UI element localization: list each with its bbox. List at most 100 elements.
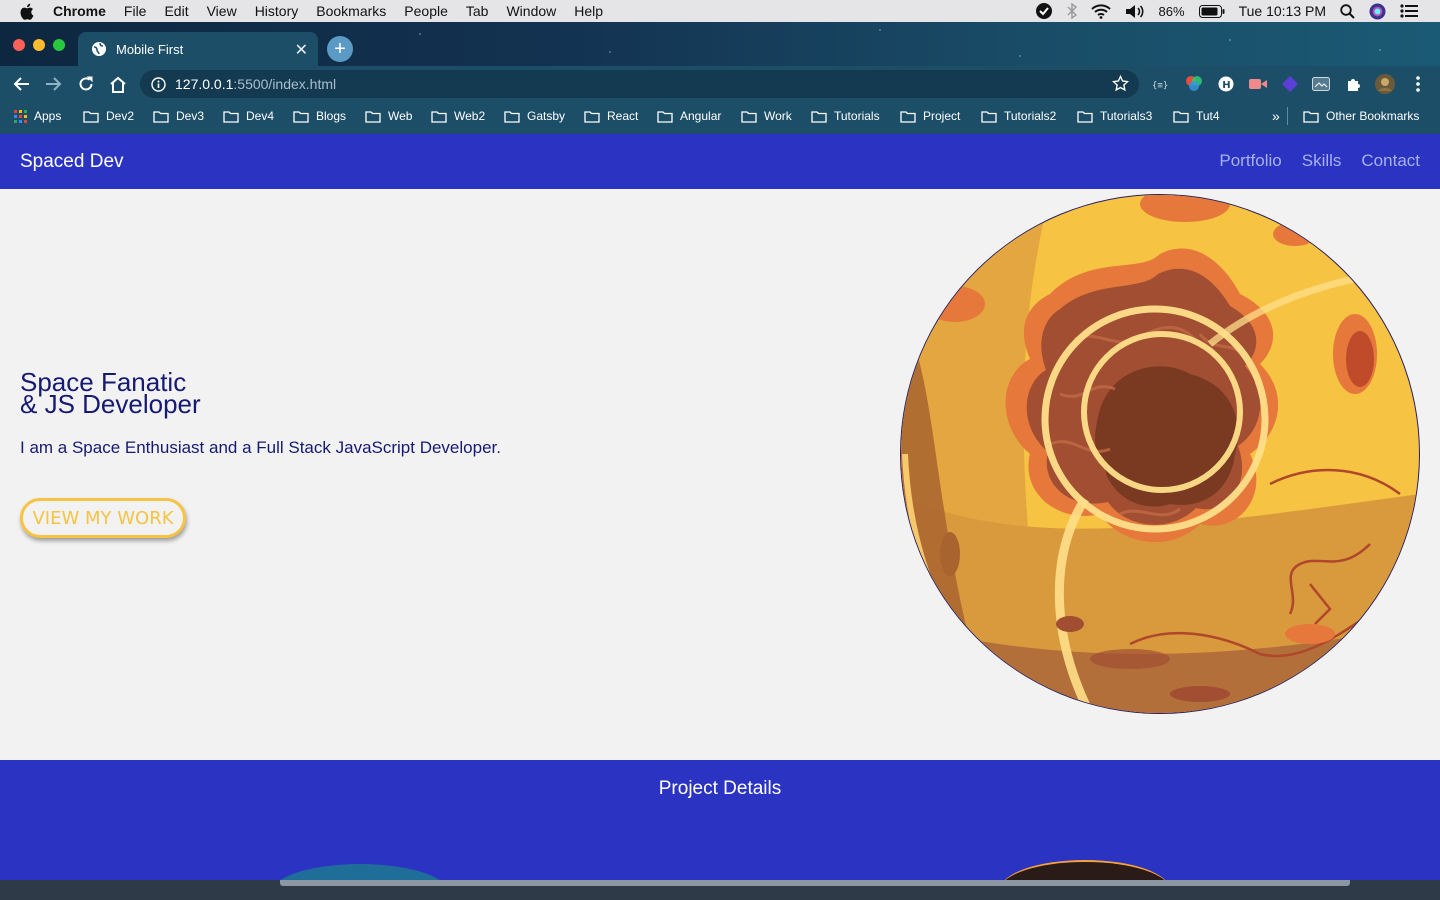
record-extension-icon[interactable] <box>1248 74 1268 94</box>
desktop-background <box>0 880 1440 900</box>
folder-icon <box>1077 110 1093 123</box>
bookmark-folder-tutorials2[interactable]: Tutorials2 <box>981 102 1056 130</box>
bookmark-folder-angular[interactable]: Angular <box>657 102 721 130</box>
bluetooth-icon[interactable] <box>1067 3 1077 19</box>
bookmark-label: Dev4 <box>246 109 275 123</box>
folder-icon <box>504 110 520 123</box>
window-minimize-button[interactable] <box>33 39 45 51</box>
h-extension-icon[interactable]: H <box>1216 74 1236 94</box>
bookmark-label: React <box>607 109 639 123</box>
bookmarks-divider <box>1287 107 1288 125</box>
menu-history[interactable]: History <box>255 3 299 19</box>
folder-icon <box>293 110 309 123</box>
nav-link-portfolio[interactable]: Portfolio <box>1219 151 1281 171</box>
forward-arrow-icon[interactable] <box>45 66 63 102</box>
bookmark-folder-gatsby[interactable]: Gatsby <box>504 102 565 130</box>
folder-icon <box>223 110 239 123</box>
bookmark-label: Project <box>923 109 961 123</box>
macos-menubar: Chrome File Edit View History Bookmarks … <box>0 0 1440 22</box>
notification-center-icon[interactable] <box>1400 4 1418 18</box>
json-extension-icon[interactable]: {≡} <box>1151 74 1171 94</box>
extensions-puzzle-icon[interactable] <box>1344 74 1364 94</box>
svg-text:H: H <box>1222 80 1230 91</box>
project-thumbnail <box>1000 860 1170 880</box>
url-path: :5500/index.html <box>233 76 337 92</box>
bookmark-folder-react[interactable]: React <box>584 102 638 130</box>
nav-link-contact[interactable]: Contact <box>1361 151 1420 171</box>
spotlight-search-icon[interactable] <box>1340 3 1355 19</box>
nav-link-skills[interactable]: Skills <box>1302 151 1342 171</box>
wifi-icon[interactable] <box>1090 3 1111 19</box>
svg-text:{≡}: {≡} <box>1152 81 1168 90</box>
bookmark-folder-blogs[interactable]: Blogs <box>293 102 346 130</box>
tab-active[interactable]: Mobile First ✕ <box>78 32 318 66</box>
bookmark-folder-dev4[interactable]: Dev4 <box>223 102 274 130</box>
tab-strip: Mobile First ✕ + <box>0 22 1440 66</box>
bookmark-label: Other Bookmarks <box>1326 109 1420 123</box>
bookmark-folder-project[interactable]: Project <box>900 102 960 130</box>
profile-avatar[interactable] <box>1375 74 1395 94</box>
bookmark-folder-tutorials[interactable]: Tutorials <box>811 102 880 130</box>
menu-window[interactable]: Window <box>506 3 556 19</box>
bookmark-label: Tut4 <box>1196 109 1220 123</box>
battery-icon[interactable] <box>1198 4 1225 18</box>
reload-icon[interactable] <box>78 66 94 102</box>
status-area: 86% Tue 10:13 PM <box>1035 0 1440 22</box>
site-brand[interactable]: Spaced Dev <box>20 151 124 173</box>
bookmark-folder-web2[interactable]: Web2 <box>431 102 485 130</box>
bookmarks-bar: Apps Dev2 Dev3 Dev4 Blogs Web Web2 Gatsb… <box>0 102 1440 134</box>
bookmark-folder-other[interactable]: Other Bookmarks <box>1303 102 1419 130</box>
apple-icon[interactable] <box>19 3 39 20</box>
bookmark-folder-web[interactable]: Web <box>365 102 412 130</box>
view-my-work-button[interactable]: VIEW MY WORK <box>20 498 186 538</box>
site-info-icon[interactable] <box>151 76 166 92</box>
bookmark-label: Gatsby <box>527 109 566 123</box>
bookmark-folder-tut4[interactable]: Tut4 <box>1173 102 1220 130</box>
bookmark-star-icon[interactable] <box>1112 75 1129 92</box>
hero-subtitle: I am a Space Enthusiast and a Full Stack… <box>20 438 501 457</box>
address-bar[interactable]: 127.0.0.1:5500/index.html <box>140 70 1139 98</box>
bookmark-apps[interactable]: Apps <box>14 102 61 130</box>
menu-view[interactable]: View <box>207 3 237 19</box>
folder-icon <box>584 110 600 123</box>
battery-percent[interactable]: 86% <box>1159 4 1185 19</box>
bookmark-label: Apps <box>34 109 62 123</box>
window-zoom-button[interactable] <box>53 39 65 51</box>
project-details-section: Project Details <box>0 760 1440 880</box>
color-picker-extension-icon[interactable] <box>1184 74 1204 94</box>
bookmark-folder-dev2[interactable]: Dev2 <box>83 102 134 130</box>
planet-illustration <box>900 194 1420 714</box>
bookmark-label: Web2 <box>454 109 486 123</box>
menu-people[interactable]: People <box>404 3 448 19</box>
chrome-menu-icon[interactable] <box>1408 74 1428 94</box>
project-thumbnail <box>270 864 450 880</box>
menu-bookmarks[interactable]: Bookmarks <box>316 3 386 19</box>
folder-icon <box>741 110 757 123</box>
bookmark-folder-dev3[interactable]: Dev3 <box>153 102 204 130</box>
bookmark-folder-work[interactable]: Work <box>741 102 792 130</box>
diamond-extension-icon[interactable] <box>1280 74 1300 94</box>
bookmarks-overflow-button[interactable]: » <box>1272 102 1280 130</box>
menu-help[interactable]: Help <box>574 3 603 19</box>
bookmark-label: Web <box>388 109 413 123</box>
bookmark-label: Tutorials <box>834 109 880 123</box>
new-tab-button[interactable]: + <box>327 36 353 62</box>
screenshot-extension-icon[interactable] <box>1311 74 1331 94</box>
menu-app-name[interactable]: Chrome <box>53 3 106 19</box>
menu-file[interactable]: File <box>124 3 147 19</box>
window-close-button[interactable] <box>13 39 25 51</box>
bookmark-label: Tutorials3 <box>1100 109 1153 123</box>
back-arrow-icon[interactable] <box>12 66 30 102</box>
bookmark-label: Dev3 <box>176 109 205 123</box>
site-navbar: Spaced Dev Portfolio Skills Contact <box>0 134 1440 189</box>
tab-close-icon[interactable]: ✕ <box>295 40 308 60</box>
check-icon[interactable] <box>1035 2 1053 20</box>
volume-icon[interactable] <box>1125 4 1145 19</box>
menu-edit[interactable]: Edit <box>164 3 188 19</box>
clock[interactable]: Tue 10:13 PM <box>1239 3 1326 19</box>
menu-tab[interactable]: Tab <box>466 3 489 19</box>
home-icon[interactable] <box>109 66 127 102</box>
hero-title: Space Fanatic & JS Developer <box>20 369 201 417</box>
bookmark-folder-tutorials3[interactable]: Tutorials3 <box>1077 102 1152 130</box>
siri-icon[interactable] <box>1369 3 1386 20</box>
